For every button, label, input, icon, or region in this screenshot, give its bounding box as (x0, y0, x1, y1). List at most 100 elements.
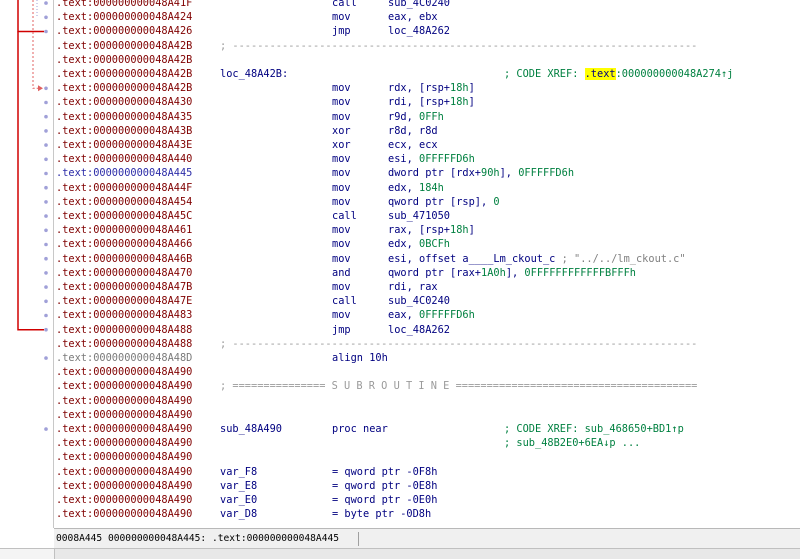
gutter-dot (44, 313, 48, 318)
listing-line[interactable]: .text:000000000048A45C call sub_471050 (54, 209, 800, 223)
listing-line[interactable]: .text:000000000048A46B mov esi, offset a__… (54, 252, 800, 266)
immediate-value: 90h (481, 167, 500, 180)
xref-comment[interactable]: ; CODE XREF: .text:000000000048A274↑j (504, 67, 733, 81)
disassembly-listing[interactable]: .text:000000000048A41F call sub_4C0240 .tex… (54, 0, 800, 528)
xref-prefix: ; CODE XREF: sub_468650+BD1↑p (504, 423, 684, 435)
gutter-dot (44, 256, 48, 261)
listing-line[interactable]: .text:000000000048A490 var_E8 = qword ptr … (54, 479, 800, 493)
listing-line[interactable]: .text:000000000048A440 mov esi, 0FFFFFD6h (54, 152, 800, 166)
listing-line[interactable]: .text:000000000048A490 var_D8 = byte ptr -… (54, 507, 800, 521)
segment-address: .text:000000000048A490 (56, 408, 193, 421)
listing-line[interactable]: .text:000000000048A490 (54, 408, 800, 422)
operand-text: sub_4C0240 (388, 295, 450, 308)
operands: loc_48A262 (388, 323, 450, 337)
operands: rax, [rsp+18h] (388, 223, 475, 237)
listing-line[interactable]: .text:000000000048A426 jmp loc_48A262 (54, 24, 800, 38)
operands: qword ptr [rsp], 0 (388, 195, 500, 209)
listing-line[interactable]: .text:000000000048A490 sub_48A490 proc nea… (54, 422, 800, 436)
gutter-dot (44, 100, 48, 105)
listing-line[interactable]: .text:000000000048A435 mov r9d, 0FFh (54, 110, 800, 124)
gutter-dot (44, 356, 48, 360)
operand-text: loc_48A262 (388, 323, 450, 336)
listing-line[interactable]: .text:000000000048A42B mov rdx, [rsp+18h] (54, 81, 800, 95)
listing-line[interactable]: .text:000000000048A48D align 10h (54, 351, 800, 365)
mnemonic: call (332, 210, 357, 222)
separator-comment: ; =============== S U B R O U T I N E ==… (220, 380, 698, 393)
mnemonic: mov (332, 181, 351, 194)
listing-line[interactable]: .text:000000000048A41F call sub_4C0240 (54, 0, 800, 10)
operands: ecx, ecx (388, 138, 438, 152)
listing-line[interactable]: .text:000000000048A430 mov rdi, [rsp+18h] (54, 95, 800, 109)
segment-address: .text:000000000048A44F (56, 181, 193, 194)
gutter-dot (44, 15, 48, 20)
listing-line[interactable]: .text:000000000048A470 and qword ptr [rax+… (54, 266, 800, 280)
segment-address: .text:000000000048A488 (56, 337, 193, 350)
xref-comment[interactable]: ; CODE XREF: sub_468650+BD1↑p (504, 422, 684, 436)
align-directive: align 10h (332, 352, 388, 364)
listing-line[interactable]: .text:000000000048A43E xor ecx, ecx (54, 138, 800, 152)
operands: rdi, rax (388, 280, 438, 294)
gutter-dot (44, 299, 48, 304)
listing-line[interactable]: .text:000000000048A42B ; ----------------… (54, 39, 800, 53)
listing-line[interactable]: .text:000000000048A490 ; sub_48B2E0+6EA↓p… (54, 436, 800, 450)
segment-address: .text:000000000048A490 (56, 380, 193, 393)
listing-line[interactable]: .text:000000000048A490 ; =============== … (54, 379, 800, 393)
listing-line[interactable]: .text:000000000048A490 (54, 394, 800, 408)
mnemonic: proc near (332, 423, 388, 435)
listing-line[interactable]: .text:000000000048A483 mov eax, 0FFFFFD6h (54, 308, 800, 322)
listing-line[interactable]: .text:000000000048A47E call sub_4C0240 (54, 294, 800, 308)
operand-text: r8d, r8d (388, 124, 438, 137)
listing-line[interactable]: .text:000000000048A490 var_E0 = qword ptr … (54, 493, 800, 507)
flow-arrow-gutter[interactable] (0, 0, 54, 528)
listing-line[interactable]: .text:000000000048A47B mov rdi, rax (54, 280, 800, 294)
mnemonic: mov (332, 96, 351, 109)
operand-text: sub_471050 (388, 210, 450, 222)
listing-line[interactable]: .text:000000000048A466 mov edx, 0BCFh (54, 237, 800, 251)
segment-address: .text:000000000048A424 (56, 11, 193, 24)
listing-line[interactable]: .text:000000000048A43B xor r8d, r8d (54, 124, 800, 138)
operand-text: esi, (388, 153, 419, 166)
listing-line[interactable]: .text:000000000048A42B (54, 53, 800, 67)
gutter-dot (44, 242, 48, 247)
xref-highlight: .text (584, 68, 616, 80)
segment-address: .text:000000000048A461 (56, 224, 193, 237)
code-label[interactable]: sub_48A490 (220, 422, 282, 436)
operands: sub_4C0240 (388, 294, 450, 308)
segment-address: .text:000000000048A490 (56, 394, 193, 407)
listing-line[interactable]: .text:000000000048A42B loc_48A42B: ; CODE … (54, 67, 800, 81)
status-bar: 0008A445 000000000048A445: .text:0000000… (54, 528, 800, 549)
status-divider (358, 532, 359, 546)
operands: esi, 0FFFFFD6h (388, 152, 475, 166)
listing-line[interactable]: .text:000000000048A424 mov eax, ebx (54, 10, 800, 24)
operand-text: edx, (388, 181, 419, 194)
listing-line[interactable]: .text:000000000048A461 mov rax, [rsp+18h] (54, 223, 800, 237)
listing-line[interactable]: .text:000000000048A488 ; ----------------… (54, 337, 800, 351)
mnemonic: mov (332, 110, 351, 123)
mnemonic: mov (332, 309, 351, 322)
bottom-scroll-strip[interactable] (0, 548, 800, 559)
operand-text: ] (468, 224, 475, 237)
segment-address: .text:000000000048A48D (56, 352, 193, 364)
immediate-value: 0FFFFFD6h (419, 309, 475, 322)
code-label[interactable]: loc_48A42B: (220, 67, 288, 81)
stack-var-name: var_E8 (220, 479, 258, 492)
segment-address: .text:000000000048A43E (56, 139, 193, 151)
listing-line[interactable]: .text:000000000048A490 (54, 450, 800, 464)
listing-line[interactable]: .text:000000000048A490 var_F8 = qword ptr … (54, 465, 800, 479)
operand-text: rdx, [rsp+ (388, 82, 450, 95)
listing-line[interactable]: .text:000000000048A488 jmp loc_48A262 (54, 323, 800, 337)
listing-line[interactable]: .text:000000000048A445 mov dword ptr [rdx+… (54, 166, 800, 180)
listing-line[interactable]: .text:000000000048A490 (54, 365, 800, 379)
xref-comment[interactable]: ; sub_48B2E0+6EA↓p ... (504, 436, 640, 450)
immediate-value: 1A0h (481, 266, 506, 279)
jmp-arrow-line (17, 31, 44, 331)
listing-line[interactable]: .text:000000000048A454 mov qword ptr [rsp]… (54, 195, 800, 209)
immediate-value: 0 (493, 195, 500, 208)
segment-address: .text:000000000048A435 (56, 110, 193, 123)
immediate-value: 0FFFFFD6h (518, 167, 575, 180)
gutter-dot (44, 157, 48, 162)
segment-address: .text:000000000048A470 (56, 266, 193, 279)
segment-address: .text:000000000048A426 (56, 25, 193, 38)
segment-address: .text:000000000048A47B (56, 281, 193, 293)
listing-line[interactable]: .text:000000000048A44F mov edx, 184h (54, 181, 800, 195)
